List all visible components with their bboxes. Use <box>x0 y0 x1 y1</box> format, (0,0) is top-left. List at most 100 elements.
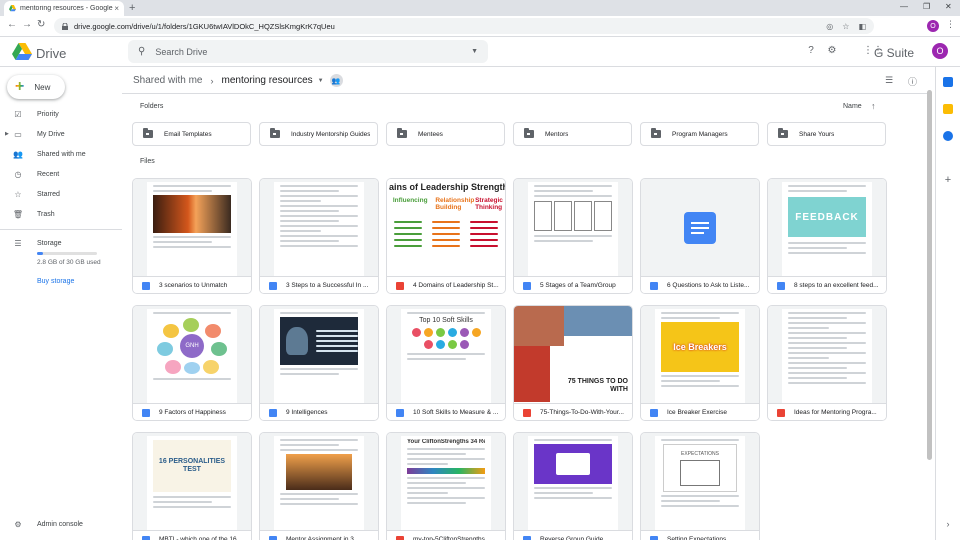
file-card[interactable]: EXPECTATIONS Setting Expectations <box>640 432 760 540</box>
file-card[interactable]: 3 scenarios to Unmatch <box>132 178 252 294</box>
drive-logo-icon[interactable] <box>12 43 32 61</box>
file-card-footer: 3 Steps to a Successful In ... <box>260 276 378 293</box>
shared-folder-icon <box>143 128 153 138</box>
sort-direction-icon[interactable]: ↑ <box>871 101 876 111</box>
sidebar-item-admin-console[interactable]: ⚙ Admin console <box>0 515 122 533</box>
file-thumbnail <box>641 179 759 276</box>
new-button[interactable]: + New <box>7 75 65 99</box>
reload-icon[interactable]: ↻ <box>37 19 45 30</box>
sidebar-item-starred[interactable]: ☆ Starred <box>0 185 122 203</box>
pdf-file-icon <box>523 408 531 417</box>
folder-item[interactable]: Share Yours <box>767 122 886 146</box>
browser-tab[interactable]: mentoring resources - Google D × <box>4 1 124 16</box>
folder-item[interactable]: Email Templates <box>132 122 251 146</box>
sidebar-item-shared-with-me[interactable]: 👥 Shared with me <box>0 145 122 163</box>
file-card[interactable]: FEEDBACK 8 steps to an excellent feed... <box>767 178 887 294</box>
file-name: MBTI - which one of the 16 ... <box>159 536 244 540</box>
file-card[interactable]: 16 PERSONALITIES TEST MBTI - which one of… <box>132 432 252 540</box>
file-thumbnail: ains of Leadership Strengths Influencing R… <box>387 179 505 276</box>
file-card[interactable]: 75 THINGS TO DO WITH 75-Things-To-Do-With… <box>513 305 633 421</box>
help-icon[interactable]: ? <box>805 45 817 57</box>
minimize-icon[interactable]: — <box>900 2 908 11</box>
bookmark-star-icon[interactable]: ☆ <box>842 22 849 31</box>
file-card[interactable]: 6 Questions to Ask to Liste... <box>640 178 760 294</box>
thumb-text: Relationship Building <box>435 197 475 211</box>
buy-storage-link[interactable]: Buy storage <box>37 278 74 285</box>
sidebar-item-recent[interactable]: ◷ Recent <box>0 165 122 183</box>
breadcrumb-parent[interactable]: Shared with me <box>133 75 202 86</box>
clock-icon: ◷ <box>14 169 22 179</box>
back-icon[interactable]: ← <box>7 19 17 30</box>
keep-icon[interactable] <box>943 104 953 114</box>
file-card-footer: Reverse Group Guide <box>514 530 632 540</box>
sidebar-item-my-drive[interactable]: ▶ ▭ My Drive <box>0 125 122 143</box>
file-card[interactable]: GNH 9 Factors of Happiness <box>132 305 252 421</box>
thumb-title: Ice Breakers <box>661 322 739 372</box>
google-docs-icon <box>269 535 277 540</box>
file-name: 4 Domains of Leadership St... <box>413 282 499 289</box>
folder-name: Program Managers <box>672 130 728 138</box>
folder-name: Email Templates <box>164 130 212 138</box>
folder-name: Mentees <box>418 130 443 138</box>
sidebar-item-trash[interactable]: 🗑 Trash <box>0 205 122 223</box>
storage-icon: ☰ <box>14 238 22 248</box>
search-options-icon[interactable]: ▼ <box>471 48 478 55</box>
drive-brand[interactable]: Drive <box>36 46 66 61</box>
browser-menu-icon[interactable]: ⋮ <box>946 19 955 30</box>
forward-icon[interactable]: → <box>22 19 32 30</box>
folder-item[interactable]: Mentees <box>386 122 505 146</box>
folder-item[interactable]: Mentors <box>513 122 632 146</box>
file-card[interactable]: 9 Intelligences <box>259 305 379 421</box>
google-docs-icon <box>269 408 277 417</box>
google-docs-icon <box>523 535 531 540</box>
maximize-icon[interactable]: ❐ <box>923 2 930 11</box>
expand-panel-icon[interactable]: › <box>943 519 953 529</box>
file-card[interactable]: 5 Stages of a Team/Group <box>513 178 633 294</box>
lens-icon[interactable]: ◎ <box>826 22 833 31</box>
expand-arrow-icon[interactable]: ▶ <box>5 131 9 137</box>
close-tab-icon[interactable]: × <box>114 4 119 13</box>
folder-item[interactable]: Program Managers <box>640 122 759 146</box>
file-card[interactable]: 3 Steps to a Successful In ... <box>259 178 379 294</box>
file-card[interactable]: Ideas for Mentoring Progra... <box>767 305 887 421</box>
google-docs-icon <box>523 281 531 290</box>
sidebar-item-priority[interactable]: ☑ Priority <box>0 105 122 123</box>
lock-icon <box>62 22 68 30</box>
google-docs-icon <box>396 408 404 417</box>
sort-by-name[interactable]: Name <box>843 103 862 110</box>
close-window-icon[interactable]: ✕ <box>945 2 952 11</box>
pdf-file-icon <box>396 535 404 540</box>
chevron-down-icon[interactable]: ▼ <box>318 78 324 84</box>
url-field[interactable]: drive.google.com/drive/u/1/folders/1GKU6… <box>54 18 874 34</box>
browser-profile-avatar[interactable]: O <box>927 20 939 32</box>
sidebar-divider <box>0 229 122 230</box>
file-card[interactable]: Top 10 Soft Skills 10 Soft Skills to Meas… <box>386 305 506 421</box>
google-docs-icon <box>142 535 150 540</box>
settings-gear-icon[interactable]: ⚙ <box>826 45 838 57</box>
add-addon-icon[interactable]: + <box>943 175 953 186</box>
file-card-footer: 3 scenarios to Unmatch <box>133 276 251 293</box>
calendar-icon[interactable] <box>943 77 953 87</box>
main-scrollbar[interactable] <box>927 90 932 460</box>
new-tab-icon[interactable]: + <box>129 2 135 14</box>
file-name: my-top-5CliftonStrengths <box>413 536 485 540</box>
file-card[interactable]: Your CliftonStrengths 34 Results my-top-5… <box>386 432 506 540</box>
file-card-footer: 4 Domains of Leadership St... <box>387 276 505 293</box>
file-card[interactable]: Ice Breakers Ice Breaker Exercise <box>640 305 760 421</box>
list-view-icon[interactable]: ☰ <box>885 75 893 86</box>
sidebar-item-storage[interactable]: ☰ Storage <box>0 234 122 252</box>
tasks-icon[interactable] <box>943 131 953 141</box>
account-avatar[interactable]: O <box>932 43 948 59</box>
file-card[interactable]: Mentor Assignment in 3 ... <box>259 432 379 540</box>
file-card-footer: Mentor Assignment in 3 ... <box>260 530 378 540</box>
browser-tab-bar: mentoring resources - Google D × + — ❐ ✕ <box>0 0 960 16</box>
extension-icon[interactable]: ◧ <box>858 22 866 31</box>
file-card[interactable]: ains of Leadership Strengths Influencing R… <box>386 178 506 294</box>
folder-item[interactable]: Industry Mentorship Guides <box>259 122 378 146</box>
search-icon[interactable]: ⚲ <box>138 46 145 57</box>
breadcrumb-current[interactable]: mentoring resources <box>221 75 312 86</box>
file-card[interactable]: Reverse Group Guide <box>513 432 633 540</box>
info-icon[interactable]: ⓘ <box>908 75 917 88</box>
search-placeholder: Search Drive <box>155 46 208 57</box>
search-input[interactable]: ⚲ Search Drive ▼ <box>128 40 488 63</box>
